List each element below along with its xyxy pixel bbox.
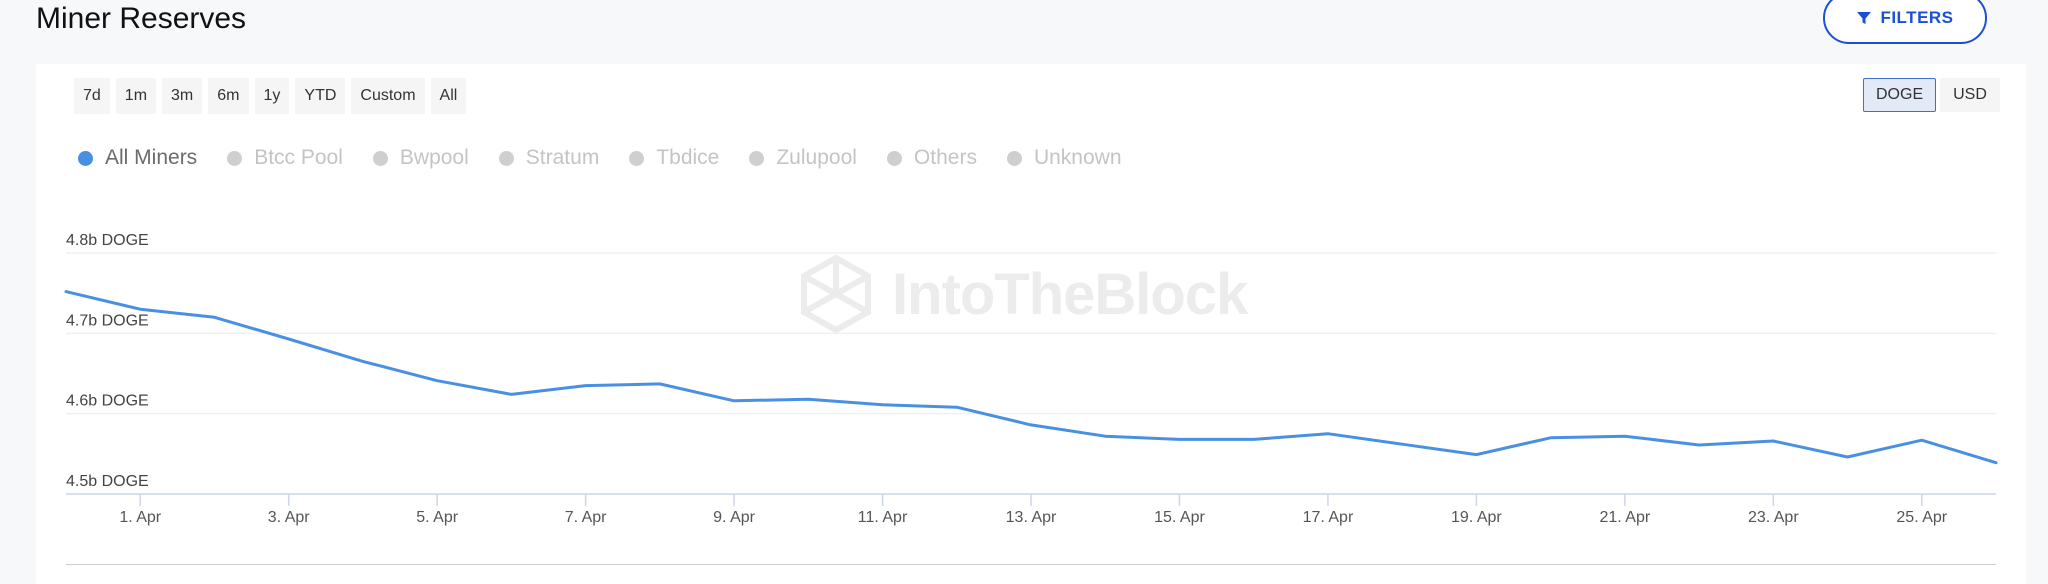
x-tick-label: 1. Apr <box>119 509 161 526</box>
x-tick-label: 15. Apr <box>1154 509 1205 526</box>
x-tick-label: 9. Apr <box>713 509 755 526</box>
y-tick-label: 4.7b DOGE <box>66 312 149 329</box>
x-tick-label: 3. Apr <box>268 509 310 526</box>
x-tick-label: 7. Apr <box>565 509 607 526</box>
x-tick-label: 17. Apr <box>1303 509 1354 526</box>
x-tick-label: 11. Apr <box>858 509 908 526</box>
x-tick-label: 19. Apr <box>1451 509 1502 526</box>
y-tick-label: 4.8b DOGE <box>66 232 149 249</box>
x-tick-label: 23. Apr <box>1748 509 1799 526</box>
x-tick-label: 13. Apr <box>1006 509 1057 526</box>
x-tick-label: 21. Apr <box>1599 509 1650 526</box>
range-navigator[interactable] <box>66 564 1996 575</box>
series-line-all-miners <box>64 290 1998 465</box>
x-tick-label: 25. Apr <box>1896 509 1947 526</box>
y-tick-label: 4.5b DOGE <box>66 473 149 490</box>
y-tick-label: 4.6b DOGE <box>66 393 149 410</box>
x-tick-label: 5. Apr <box>416 509 458 526</box>
line-chart: 4.5b DOGE 4.6b DOGE 4.7b DOGE 4.8b DOGE 1. A… <box>64 232 1998 526</box>
